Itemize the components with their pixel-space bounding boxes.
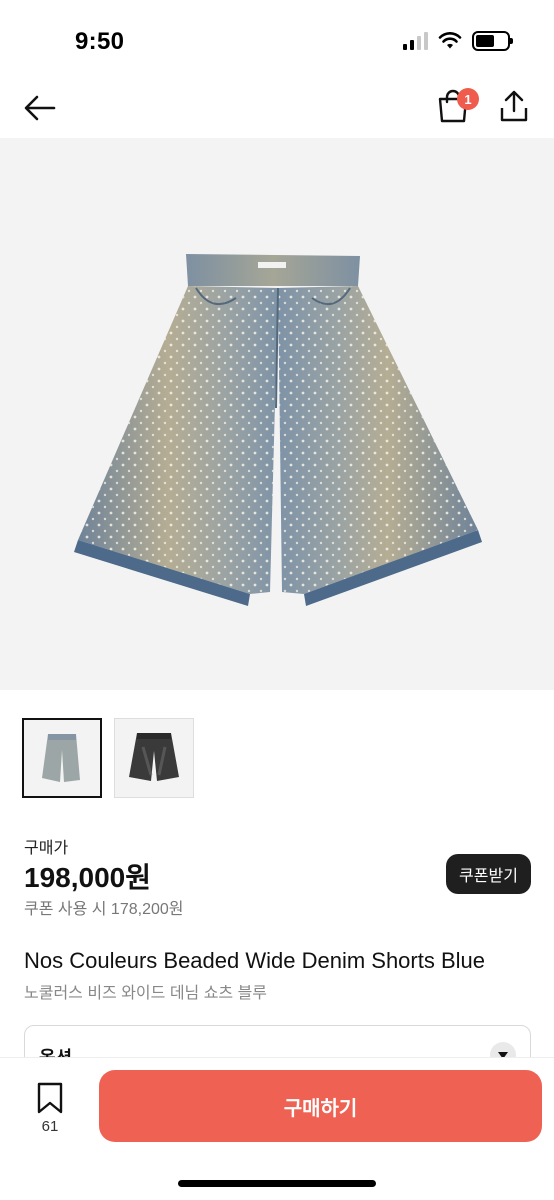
price: 198,000원 bbox=[24, 862, 151, 893]
bookmark-button[interactable]: 61 bbox=[30, 1082, 70, 1152]
thumbnail-black-image bbox=[129, 733, 179, 781]
buy-button[interactable]: 구매하기 bbox=[99, 1070, 542, 1142]
product-hero-image[interactable] bbox=[0, 138, 554, 690]
product-title: Nos Couleurs Beaded Wide Denim Shorts Bl… bbox=[24, 948, 486, 973]
wifi-icon bbox=[438, 32, 462, 49]
thumbnail-light-blue[interactable] bbox=[22, 718, 102, 798]
back-arrow-icon[interactable] bbox=[22, 90, 58, 126]
home-indicator bbox=[178, 1180, 376, 1187]
bookmark-icon bbox=[37, 1082, 63, 1114]
get-coupon-button[interactable]: 쿠폰받기 bbox=[446, 854, 531, 894]
thumbnail-light-blue-image bbox=[42, 734, 80, 782]
battery-icon bbox=[472, 31, 513, 51]
price-label: 구매가 bbox=[24, 840, 69, 857]
status-bar: 9:50 bbox=[0, 0, 554, 80]
cart-count-badge: 1 bbox=[457, 88, 479, 110]
status-time: 9:50 bbox=[75, 28, 125, 55]
bottom-action-bar: 61 구매하기 bbox=[0, 1058, 554, 1200]
coupon-price: 쿠폰 사용 시 178,200원 bbox=[24, 901, 184, 918]
product-subtitle: 노쿨러스 비즈 와이드 데님 쇼츠 블루 bbox=[24, 985, 268, 1002]
denim-shorts-image bbox=[74, 254, 482, 606]
thumbnail-black[interactable] bbox=[114, 718, 194, 798]
bookmark-count: 61 bbox=[41, 1118, 59, 1135]
cellular-signal-icon bbox=[403, 32, 428, 50]
share-icon[interactable] bbox=[498, 88, 530, 124]
status-icons bbox=[403, 31, 513, 51]
thumbnail-strip bbox=[22, 718, 194, 798]
